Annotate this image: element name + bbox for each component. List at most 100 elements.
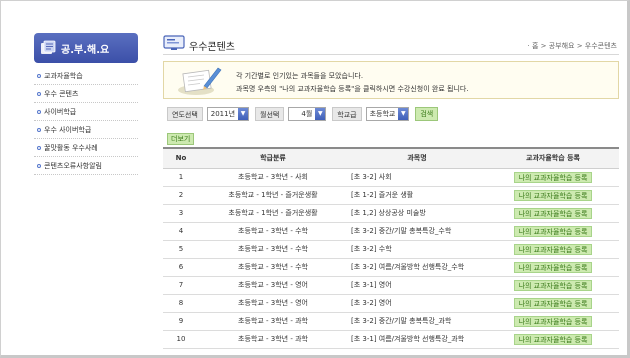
sidebar: 공.부.해.요 교과자율학습 우수 콘텐츠 사이버학급 우수 사이버학급 꿀맛활… bbox=[34, 33, 138, 175]
table-row: 3 초등학교 - 1학년 - 즐거운생활 [초 1,2] 상상공상 미술방 나의… bbox=[163, 204, 619, 223]
register-button[interactable]: 나의 교과자율학습 등록 bbox=[513, 279, 593, 291]
register-button[interactable]: 나의 교과자율학습 등록 bbox=[513, 261, 593, 273]
bullet-icon bbox=[37, 146, 41, 150]
sidebar-item-label: 교과자율학습 bbox=[44, 72, 83, 80]
row-course-link[interactable]: [초 3-2] 중간/기말 총복특강_과학 bbox=[347, 312, 487, 331]
sidebar-item-label: 사이버학급 bbox=[44, 108, 77, 116]
table-row: 7 초등학교 - 3학년 - 영어 [초 3-1] 영어 나의 교과자율학습 등… bbox=[163, 276, 619, 295]
row-category: 초등학교 - 3학년 - 수학 bbox=[199, 222, 347, 241]
bullet-icon bbox=[37, 128, 41, 132]
sidebar-menu: 교과자율학습 우수 콘텐츠 사이버학급 우수 사이버학급 꿀맛활동 우수사례 콘… bbox=[34, 67, 138, 175]
row-category: 초등학교 - 3학년 - 사회 bbox=[199, 168, 347, 187]
sidebar-item-activity-cases[interactable]: 꿀맛활동 우수사례 bbox=[34, 139, 138, 157]
register-button[interactable]: 나의 교과자율학습 등록 bbox=[513, 333, 593, 345]
sidebar-item-label: 우수 콘텐츠 bbox=[44, 90, 79, 98]
school-level-label: 학교급 bbox=[332, 107, 362, 121]
table-row: 6 초등학교 - 3학년 - 수학 [초 3-2] 여름/겨울방학 선행특강_수… bbox=[163, 258, 619, 277]
row-no: 9 bbox=[163, 312, 199, 331]
row-course-link[interactable]: [초 3-2] 중간/기말 총복특강_수학 bbox=[347, 222, 487, 241]
row-no: 10 bbox=[163, 330, 199, 349]
sidebar-item-cyber-class[interactable]: 사이버학급 bbox=[34, 103, 138, 121]
row-no: 1 bbox=[163, 168, 199, 187]
row-course-link[interactable]: [초 3-2] 수학 bbox=[347, 240, 487, 259]
year-select[interactable]: 2011년 ▼ bbox=[206, 107, 250, 121]
row-category: 초등학교 - 1학년 - 즐거운생활 bbox=[199, 204, 347, 223]
row-no: 7 bbox=[163, 276, 199, 295]
month-select[interactable]: 4월 ▼ bbox=[288, 107, 327, 121]
row-category: 초등학교 - 3학년 - 수학 bbox=[199, 258, 347, 277]
info-text-line2: 과목명 우측의 "나의 교과자율학습 등록"을 클릭하시면 수강신청이 완료 됩… bbox=[236, 85, 469, 93]
sidebar-item-label: 꿀맛활동 우수사례 bbox=[44, 144, 98, 152]
row-course-link[interactable]: [초 1-2] 즐거운 생활 bbox=[347, 186, 487, 205]
month-select-value: 4월 bbox=[301, 110, 313, 118]
school-level-select-value: 초등학교 bbox=[369, 110, 396, 118]
table-row: 4 초등학교 - 3학년 - 수학 [초 3-2] 중간/기말 총복특강_수학 … bbox=[163, 222, 619, 241]
table-row: 8 초등학교 - 3학년 - 영어 [초 3-2] 영어 나의 교과자율학습 등… bbox=[163, 294, 619, 313]
row-category: 초등학교 - 3학년 - 과학 bbox=[199, 330, 347, 349]
page-title: 우수콘텐츠 bbox=[189, 42, 235, 53]
row-category: 초등학교 - 3학년 - 영어 bbox=[199, 294, 347, 313]
more-button[interactable]: 더보기 bbox=[167, 133, 195, 145]
book-icon bbox=[41, 40, 56, 54]
register-button[interactable]: 나의 교과자율학습 등록 bbox=[513, 297, 593, 309]
column-header-register: 교과자율학습 등록 bbox=[487, 147, 619, 169]
register-button[interactable]: 나의 교과자율학습 등록 bbox=[513, 189, 593, 201]
row-no: 2 bbox=[163, 186, 199, 205]
table-row: 5 초등학교 - 3학년 - 수학 [초 3-2] 수학 나의 교과자율학습 등… bbox=[163, 240, 619, 259]
register-button[interactable]: 나의 교과자율학습 등록 bbox=[513, 225, 593, 237]
table-header-row: No 학급분류 과목명 교과자율학습 등록 bbox=[163, 147, 619, 169]
chevron-down-icon: ▼ bbox=[315, 108, 326, 120]
row-no: 6 bbox=[163, 258, 199, 277]
column-header-course: 과목명 bbox=[347, 147, 487, 169]
row-course-link[interactable]: [초 3-2] 영어 bbox=[347, 294, 487, 313]
month-label: 월선택 bbox=[255, 107, 285, 121]
monitor-icon bbox=[163, 35, 185, 50]
row-no: 4 bbox=[163, 222, 199, 241]
sidebar-title: 공.부.해.요 bbox=[34, 33, 138, 63]
bullet-icon bbox=[37, 92, 41, 96]
register-button[interactable]: 나의 교과자율학습 등록 bbox=[513, 315, 593, 327]
table-row: 1 초등학교 - 3학년 - 사회 [초 3-2] 사회 나의 교과자율학습 등… bbox=[163, 168, 619, 187]
column-header-category: 학급분류 bbox=[199, 147, 347, 169]
table-row: 2 초등학교 - 1학년 - 즐거운생활 [초 1-2] 즐거운 생활 나의 교… bbox=[163, 186, 619, 205]
sidebar-item-self-study[interactable]: 교과자율학습 bbox=[34, 67, 138, 85]
row-course-link[interactable]: [초 3-2] 여름/겨울방학 선행특강_수학 bbox=[347, 258, 487, 277]
row-course-link[interactable]: [초 3-1] 여름/겨울방학 선행특강_과학 bbox=[347, 330, 487, 349]
row-no: 8 bbox=[163, 294, 199, 313]
table-row: 9 초등학교 - 3학년 - 과학 [초 3-2] 중간/기말 총복특강_과학 … bbox=[163, 312, 619, 331]
row-category: 초등학교 - 1학년 - 즐거운생활 bbox=[199, 186, 347, 205]
row-category: 초등학교 - 3학년 - 수학 bbox=[199, 240, 347, 259]
info-box: 각 기간별로 인기있는 과목들을 모았습니다. 과목명 우측의 "나의 교과자율… bbox=[163, 61, 619, 99]
sidebar-item-excellent-content[interactable]: 우수 콘텐츠 bbox=[34, 85, 138, 103]
breadcrumb: · 홈 > 공부해요 > 우수콘텐츠 bbox=[527, 42, 617, 50]
course-table: No 학급분류 과목명 교과자율학습 등록 1 초등학교 - 3학년 - 사회 … bbox=[163, 147, 619, 349]
year-select-value: 2011년 bbox=[210, 110, 236, 118]
register-button[interactable]: 나의 교과자율학습 등록 bbox=[513, 171, 593, 183]
register-button[interactable]: 나의 교과자율학습 등록 bbox=[513, 243, 593, 255]
row-category: 초등학교 - 3학년 - 영어 bbox=[199, 276, 347, 295]
sidebar-item-label: 콘텐츠오류사항알림 bbox=[44, 162, 102, 170]
register-button[interactable]: 나의 교과자율학습 등록 bbox=[513, 207, 593, 219]
bullet-icon bbox=[37, 164, 41, 168]
row-course-link[interactable]: [초 3-2] 사회 bbox=[347, 168, 487, 187]
year-label: 연도선택 bbox=[167, 107, 203, 121]
sidebar-title-label: 공.부.해.요 bbox=[61, 44, 110, 56]
chevron-down-icon: ▼ bbox=[238, 108, 249, 120]
row-category: 초등학교 - 3학년 - 과학 bbox=[199, 312, 347, 331]
row-no: 3 bbox=[163, 204, 199, 223]
sidebar-item-excellent-cyber-class[interactable]: 우수 사이버학급 bbox=[34, 121, 138, 139]
column-header-no: No bbox=[163, 147, 199, 169]
bullet-icon bbox=[37, 110, 41, 114]
search-button[interactable]: 검색 bbox=[415, 107, 439, 121]
page-header: 우수콘텐츠 · 홈 > 공부해요 > 우수콘텐츠 bbox=[163, 33, 619, 55]
row-no: 5 bbox=[163, 240, 199, 259]
filter-bar: 연도선택 2011년 ▼ 월선택 4월 ▼ 학교급 초등학교 ▼ 검색 bbox=[167, 106, 439, 122]
chevron-down-icon: ▼ bbox=[398, 108, 409, 120]
school-level-select[interactable]: 초등학교 ▼ bbox=[365, 107, 410, 121]
window-frame: 공.부.해.요 교과자율학습 우수 콘텐츠 사이버학급 우수 사이버학급 꿀맛활… bbox=[0, 0, 630, 358]
row-course-link[interactable]: [초 1,2] 상상공상 미술방 bbox=[347, 204, 487, 223]
sidebar-item-error-report[interactable]: 콘텐츠오류사항알림 bbox=[34, 157, 138, 175]
row-course-link[interactable]: [초 3-1] 영어 bbox=[347, 276, 487, 295]
info-text-line1: 각 기간별로 인기있는 과목들을 모았습니다. bbox=[236, 72, 364, 80]
pencil-icon bbox=[178, 67, 222, 95]
